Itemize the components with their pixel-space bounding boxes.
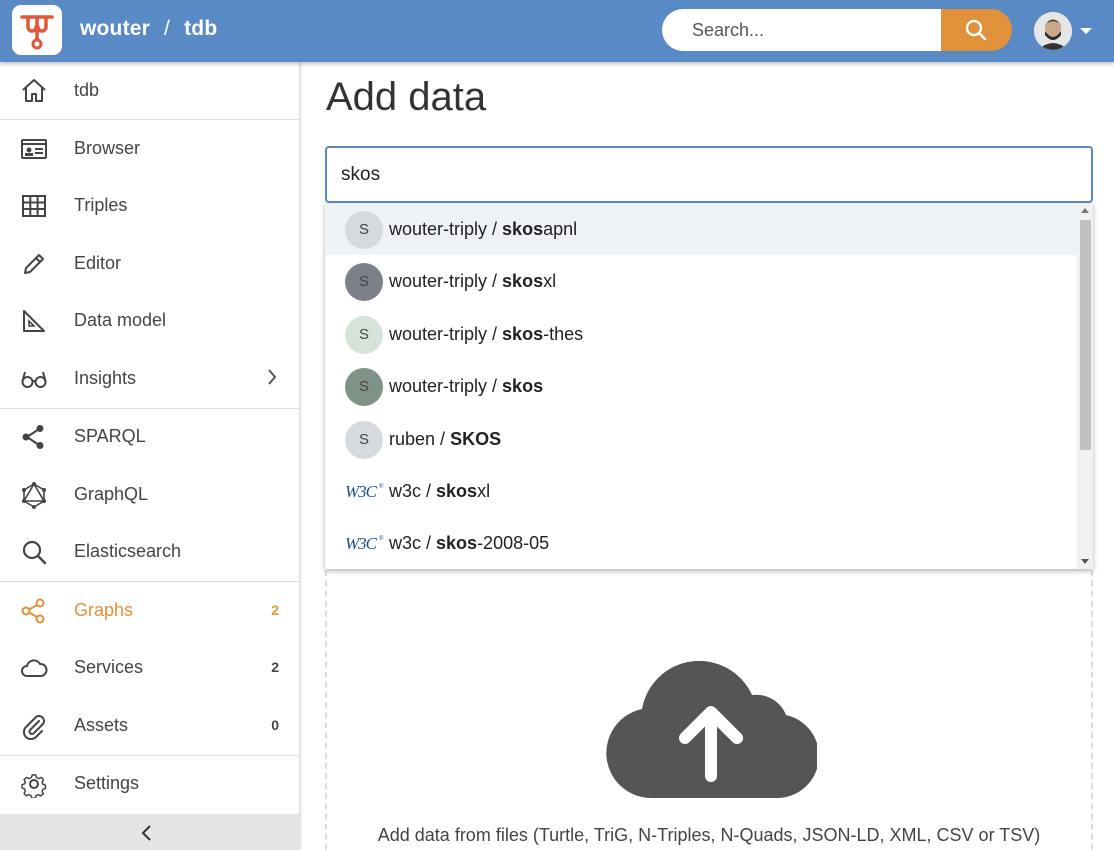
suggestion-label: wouter-triply / skosapnl: [389, 219, 578, 239]
page-title: Add data: [326, 75, 487, 119]
sparql-nodes-icon: [22, 425, 44, 449]
sidebar-item-label: Triples: [74, 195, 128, 215]
scroll-thumb[interactable]: [1080, 220, 1091, 450]
sidebar-item-label: SPARQL: [74, 426, 146, 446]
table-grid-icon: [22, 195, 46, 217]
suggestion-label: wouter-triply / skos: [389, 376, 544, 396]
set-square-icon: [23, 310, 45, 332]
cloud-upload-icon: [606, 660, 817, 798]
sidebar-item-label: Settings: [74, 773, 140, 793]
graphql-icon: [22, 482, 46, 509]
sidebar-item-graphql[interactable]: GraphQL: [0, 466, 299, 522]
breadcrumb-separator: /: [164, 17, 171, 40]
sidebar-item-data-model[interactable]: Data model: [0, 292, 299, 348]
scroll-up-icon[interactable]: [1081, 208, 1089, 213]
glasses-icon: [21, 371, 47, 388]
sidebar-item-browser[interactable]: Browser: [0, 120, 299, 176]
count-badge: 0: [271, 717, 279, 733]
home-icon: [22, 79, 46, 102]
suggestion-item[interactable]: S wouter-triply / skosapnl: [325, 203, 1077, 255]
suggestion-item[interactable]: W3C ® w3c / skosxl: [325, 465, 1077, 517]
suggestion-label: wouter-triply / skosxl: [389, 271, 557, 291]
sidebar-item-label: Editor: [74, 253, 122, 273]
sidebar-item-label: Graphs: [74, 600, 134, 620]
suggestion-item[interactable]: S wouter-triply / skos-thes: [325, 308, 1077, 360]
sidebar-item-insights[interactable]: Insights: [0, 350, 299, 406]
upload-instructions: Add data from files (Turtle, TriG, N-Tri…: [377, 825, 1041, 845]
svg-text:®: ®: [379, 535, 384, 542]
sidebar-item-label: Services: [74, 657, 144, 677]
sidebar-item-assets[interactable]: Assets 0: [0, 697, 299, 753]
top-bar: wouter / tdb: [0, 0, 1114, 62]
suggestion-label: ruben / SKOS: [389, 429, 502, 449]
search-button[interactable]: [941, 9, 1012, 51]
user-avatar[interactable]: [1034, 12, 1072, 50]
suggestion-item[interactable]: S ruben / SKOS: [325, 413, 1077, 465]
sidebar-item-label: GraphQL: [74, 484, 149, 504]
upload-dropzone[interactable]: Add data from files (Turtle, TriG, N-Tri…: [325, 540, 1093, 850]
dataset-search-input[interactable]: [325, 146, 1093, 203]
graphs-share-icon: [21, 598, 45, 624]
count-badge: 2: [271, 602, 279, 618]
dropdown-scrollbar[interactable]: [1077, 203, 1093, 569]
sidebar-item-label: tdb: [74, 80, 100, 100]
suggestion-label: w3c / skos-2008-05: [389, 533, 550, 553]
dataset-avatar: S: [345, 263, 383, 301]
dataset-avatar: S: [345, 211, 383, 249]
sidebar-item-label: Browser: [74, 138, 141, 158]
suggestions-dropdown: S wouter-triply / skosapnl S wouter-trip…: [325, 203, 1093, 569]
dataset-avatar: S: [345, 421, 383, 459]
breadcrumb-owner[interactable]: wouter: [80, 17, 150, 40]
sidebar-item-label: Insights: [74, 368, 137, 388]
chevron-down-icon[interactable]: [1080, 28, 1092, 34]
sidebar-item-tdb[interactable]: tdb: [0, 62, 299, 118]
sidebar: tdb Browser Triples Editor Data model In…: [0, 62, 300, 850]
suggestion-item[interactable]: S wouter-triply / skosxl: [325, 255, 1077, 307]
chevron-right-icon: [268, 369, 277, 385]
w3c-logo-icon: W3C ®: [345, 482, 384, 501]
sidebar-item-graphs[interactable]: Graphs 2: [0, 582, 299, 638]
collapse-sidebar-button[interactable]: [0, 814, 299, 850]
triply-logo[interactable]: [12, 5, 62, 55]
search-icon: [22, 540, 47, 565]
svg-text:W3C: W3C: [345, 482, 378, 501]
sidebar-item-settings[interactable]: Settings: [0, 755, 299, 811]
cloud-icon: [21, 659, 48, 677]
search-icon: [965, 19, 987, 41]
chevron-left-icon: [141, 825, 151, 841]
breadcrumb-dataset[interactable]: tdb: [184, 17, 217, 40]
paperclip-icon: [22, 715, 45, 740]
scroll-down-icon[interactable]: [1081, 559, 1089, 564]
sidebar-item-services[interactable]: Services 2: [0, 639, 299, 695]
sidebar-item-sparql[interactable]: SPARQL: [0, 408, 299, 464]
dataset-avatar: S: [345, 316, 383, 354]
gear-icon: [21, 774, 47, 798]
breadcrumb: wouter / tdb: [80, 17, 217, 41]
svg-text:W3C: W3C: [345, 534, 378, 553]
dataset-avatar: S: [345, 368, 383, 406]
sidebar-item-elasticsearch[interactable]: Elasticsearch: [0, 523, 299, 579]
count-badge: 2: [271, 659, 279, 675]
sidebar-item-label: Data model: [74, 310, 167, 330]
suggestion-item[interactable]: S wouter-triply / skos: [325, 360, 1077, 412]
w3c-logo-icon: W3C ®: [345, 534, 384, 553]
suggestion-label: wouter-triply / skos-thes: [389, 324, 584, 344]
suggestion-item[interactable]: W3C ® w3c / skos-2008-05: [325, 517, 1077, 569]
sidebar-item-label: Assets: [74, 715, 129, 735]
sidebar-item-editor[interactable]: Editor: [0, 235, 299, 291]
pencil-icon: [24, 254, 44, 274]
global-search-input[interactable]: [662, 9, 942, 51]
sidebar-item-label: Elasticsearch: [74, 541, 182, 561]
suggestion-label: w3c / skosxl: [389, 481, 491, 501]
sidebar-item-triples[interactable]: Triples: [0, 177, 299, 233]
browser-card-icon: [21, 139, 47, 159]
svg-text:®: ®: [379, 483, 384, 490]
